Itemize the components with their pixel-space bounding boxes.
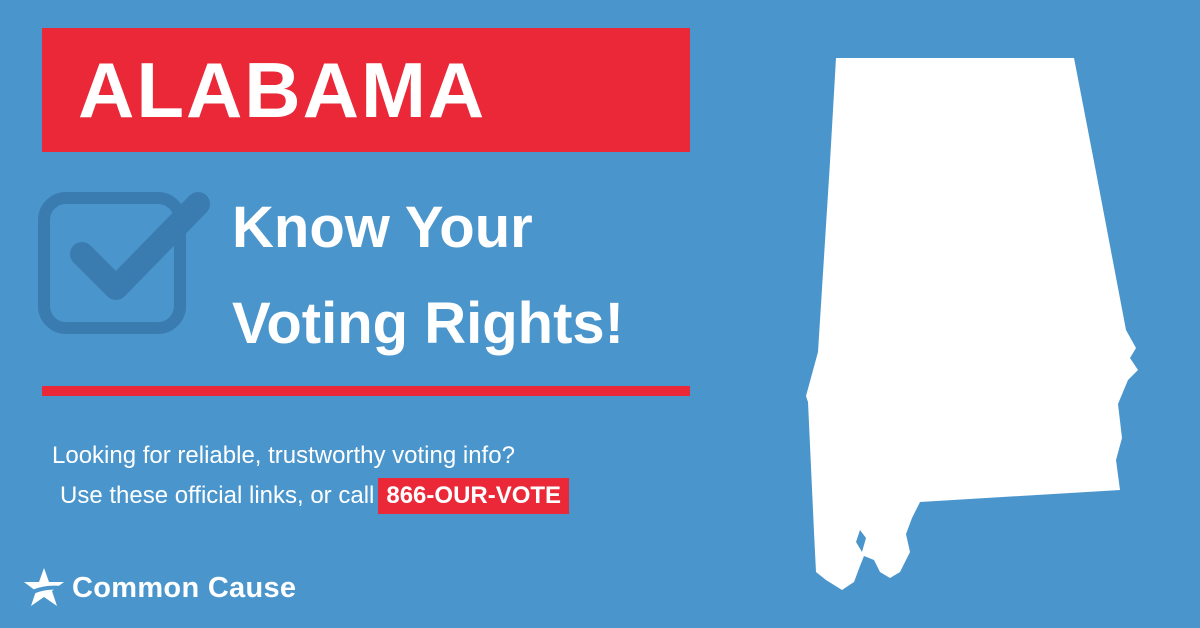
info-line-2: Use these official links, or call 866-OUR… <box>52 476 570 516</box>
info-call-text: Use these official links, or call <box>60 482 375 509</box>
headline-line-2: Voting Rights! <box>232 291 624 356</box>
info-text: Looking for reliable, trustworthy voting… <box>52 436 570 516</box>
headline-line-1: Know Your <box>232 195 533 260</box>
logo-text: Common Cause <box>72 571 297 604</box>
alabama-state-map <box>806 58 1138 590</box>
common-cause-logo[interactable]: Common Cause <box>22 566 296 610</box>
divider <box>42 386 690 396</box>
headline: Know Your Voting Rights! <box>232 180 624 372</box>
state-title: ALABAMA <box>78 46 487 134</box>
star-icon <box>24 568 64 606</box>
title-banner: ALABAMA <box>42 28 690 152</box>
phone-number-badge[interactable]: 866-OUR-VOTE <box>378 478 570 514</box>
info-line-1: Looking for reliable, trustworthy voting… <box>52 442 515 469</box>
checkbox-checked-icon <box>38 192 210 334</box>
